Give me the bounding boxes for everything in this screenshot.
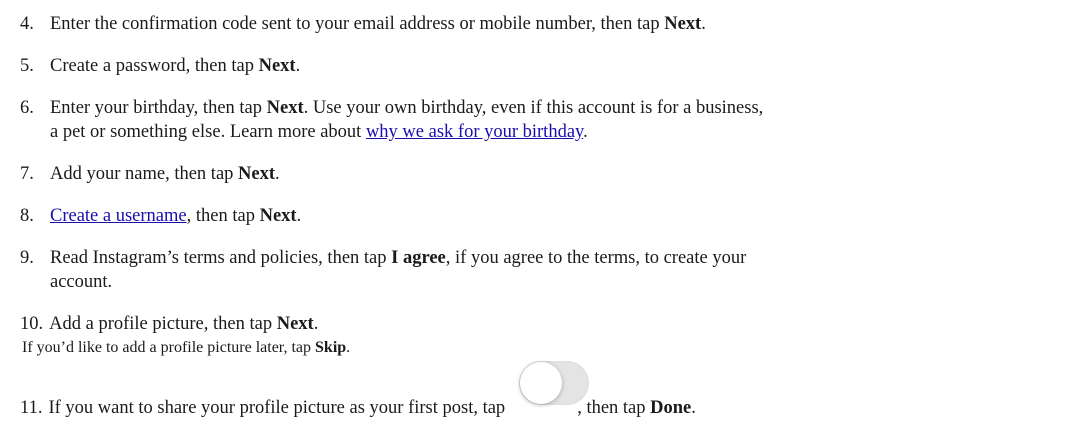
step-continuation: account.: [20, 270, 1065, 294]
step-continuation: a pet or something else. Learn more abou…: [20, 120, 1065, 144]
step-bold: I agree: [391, 248, 446, 268]
step-number: 10.: [20, 314, 44, 334]
step-5: 5. Create a password, then tap Next.: [20, 54, 1065, 78]
step-bold: Done: [650, 398, 692, 418]
step-number: 5.: [20, 56, 34, 76]
step-bold: Next: [266, 98, 304, 118]
toggle-knob: [520, 362, 562, 404]
step-6: 6. Enter your birthday, then tap Next. Us…: [20, 96, 1065, 144]
step-text: Read Instagram’s terms and policies, the…: [50, 248, 392, 268]
step-text: Create a password, then tap: [50, 56, 259, 76]
step-text-end: .: [691, 398, 696, 418]
step-text-line2: a pet or something else. Learn more abou…: [50, 122, 366, 142]
step-text-line2-end: .: [583, 122, 588, 142]
step-7: 7. Add your name, then tap Next.: [20, 162, 1065, 186]
step-number: 4.: [20, 14, 34, 34]
step-text: , then tap: [186, 206, 260, 226]
step-text-end: . Use your own birthday, even if this ac…: [303, 98, 764, 118]
step-9: 9. Read Instagram’s terms and policies, t…: [20, 246, 1065, 294]
step-text-line2: account.: [50, 272, 113, 292]
step-10: 10. Add a profile picture, then tap Next.…: [20, 312, 1065, 360]
step-text: Add your name, then tap: [50, 164, 239, 184]
step-text: Enter the confirmation code sent to your…: [50, 14, 665, 34]
step-bold: Next: [276, 314, 314, 334]
step-text-end: .: [295, 56, 301, 76]
step-number: 6.: [20, 98, 34, 118]
note-text: If you’d like to add a profile picture l…: [22, 339, 316, 356]
step-bold: Next: [238, 164, 276, 184]
step-number: 11.: [20, 398, 43, 418]
step-text-end: , if you agree to the terms, to create y…: [445, 248, 747, 268]
birthday-info-link[interactable]: why we ask for your birthday: [366, 122, 583, 142]
step-text-end: .: [275, 164, 280, 184]
step-bold: Next: [258, 56, 296, 76]
step-text: If you want to share your profile pictur…: [48, 398, 506, 418]
step-bold: Next: [259, 206, 297, 226]
step-text: Add a profile picture, then tap: [49, 314, 277, 334]
step-4: 4. Enter the confirmation code sent to yo…: [20, 12, 1065, 36]
step-8: 8. Create a username, then tap Next.: [20, 204, 1065, 228]
step-text-end: .: [296, 206, 302, 226]
step-text-mid: , then tap: [577, 398, 651, 418]
step-text: Enter your birthday, then tap: [50, 98, 267, 118]
note-bold: Skip: [315, 339, 347, 356]
step-text-end: .: [701, 14, 706, 34]
step-text-end: .: [313, 314, 319, 334]
step-bold: Next: [664, 14, 702, 34]
step-11: 11. If you want to share your profile pic…: [20, 361, 1065, 420]
toggle-switch-icon[interactable]: [519, 361, 589, 405]
step-number: 9.: [20, 248, 34, 268]
step-note: If you’d like to add a profile picture l…: [22, 336, 1065, 360]
step-number: 7.: [20, 164, 34, 184]
step-number: 8.: [20, 206, 34, 226]
create-username-link[interactable]: Create a username: [50, 206, 187, 226]
note-text-end: .: [346, 339, 351, 356]
